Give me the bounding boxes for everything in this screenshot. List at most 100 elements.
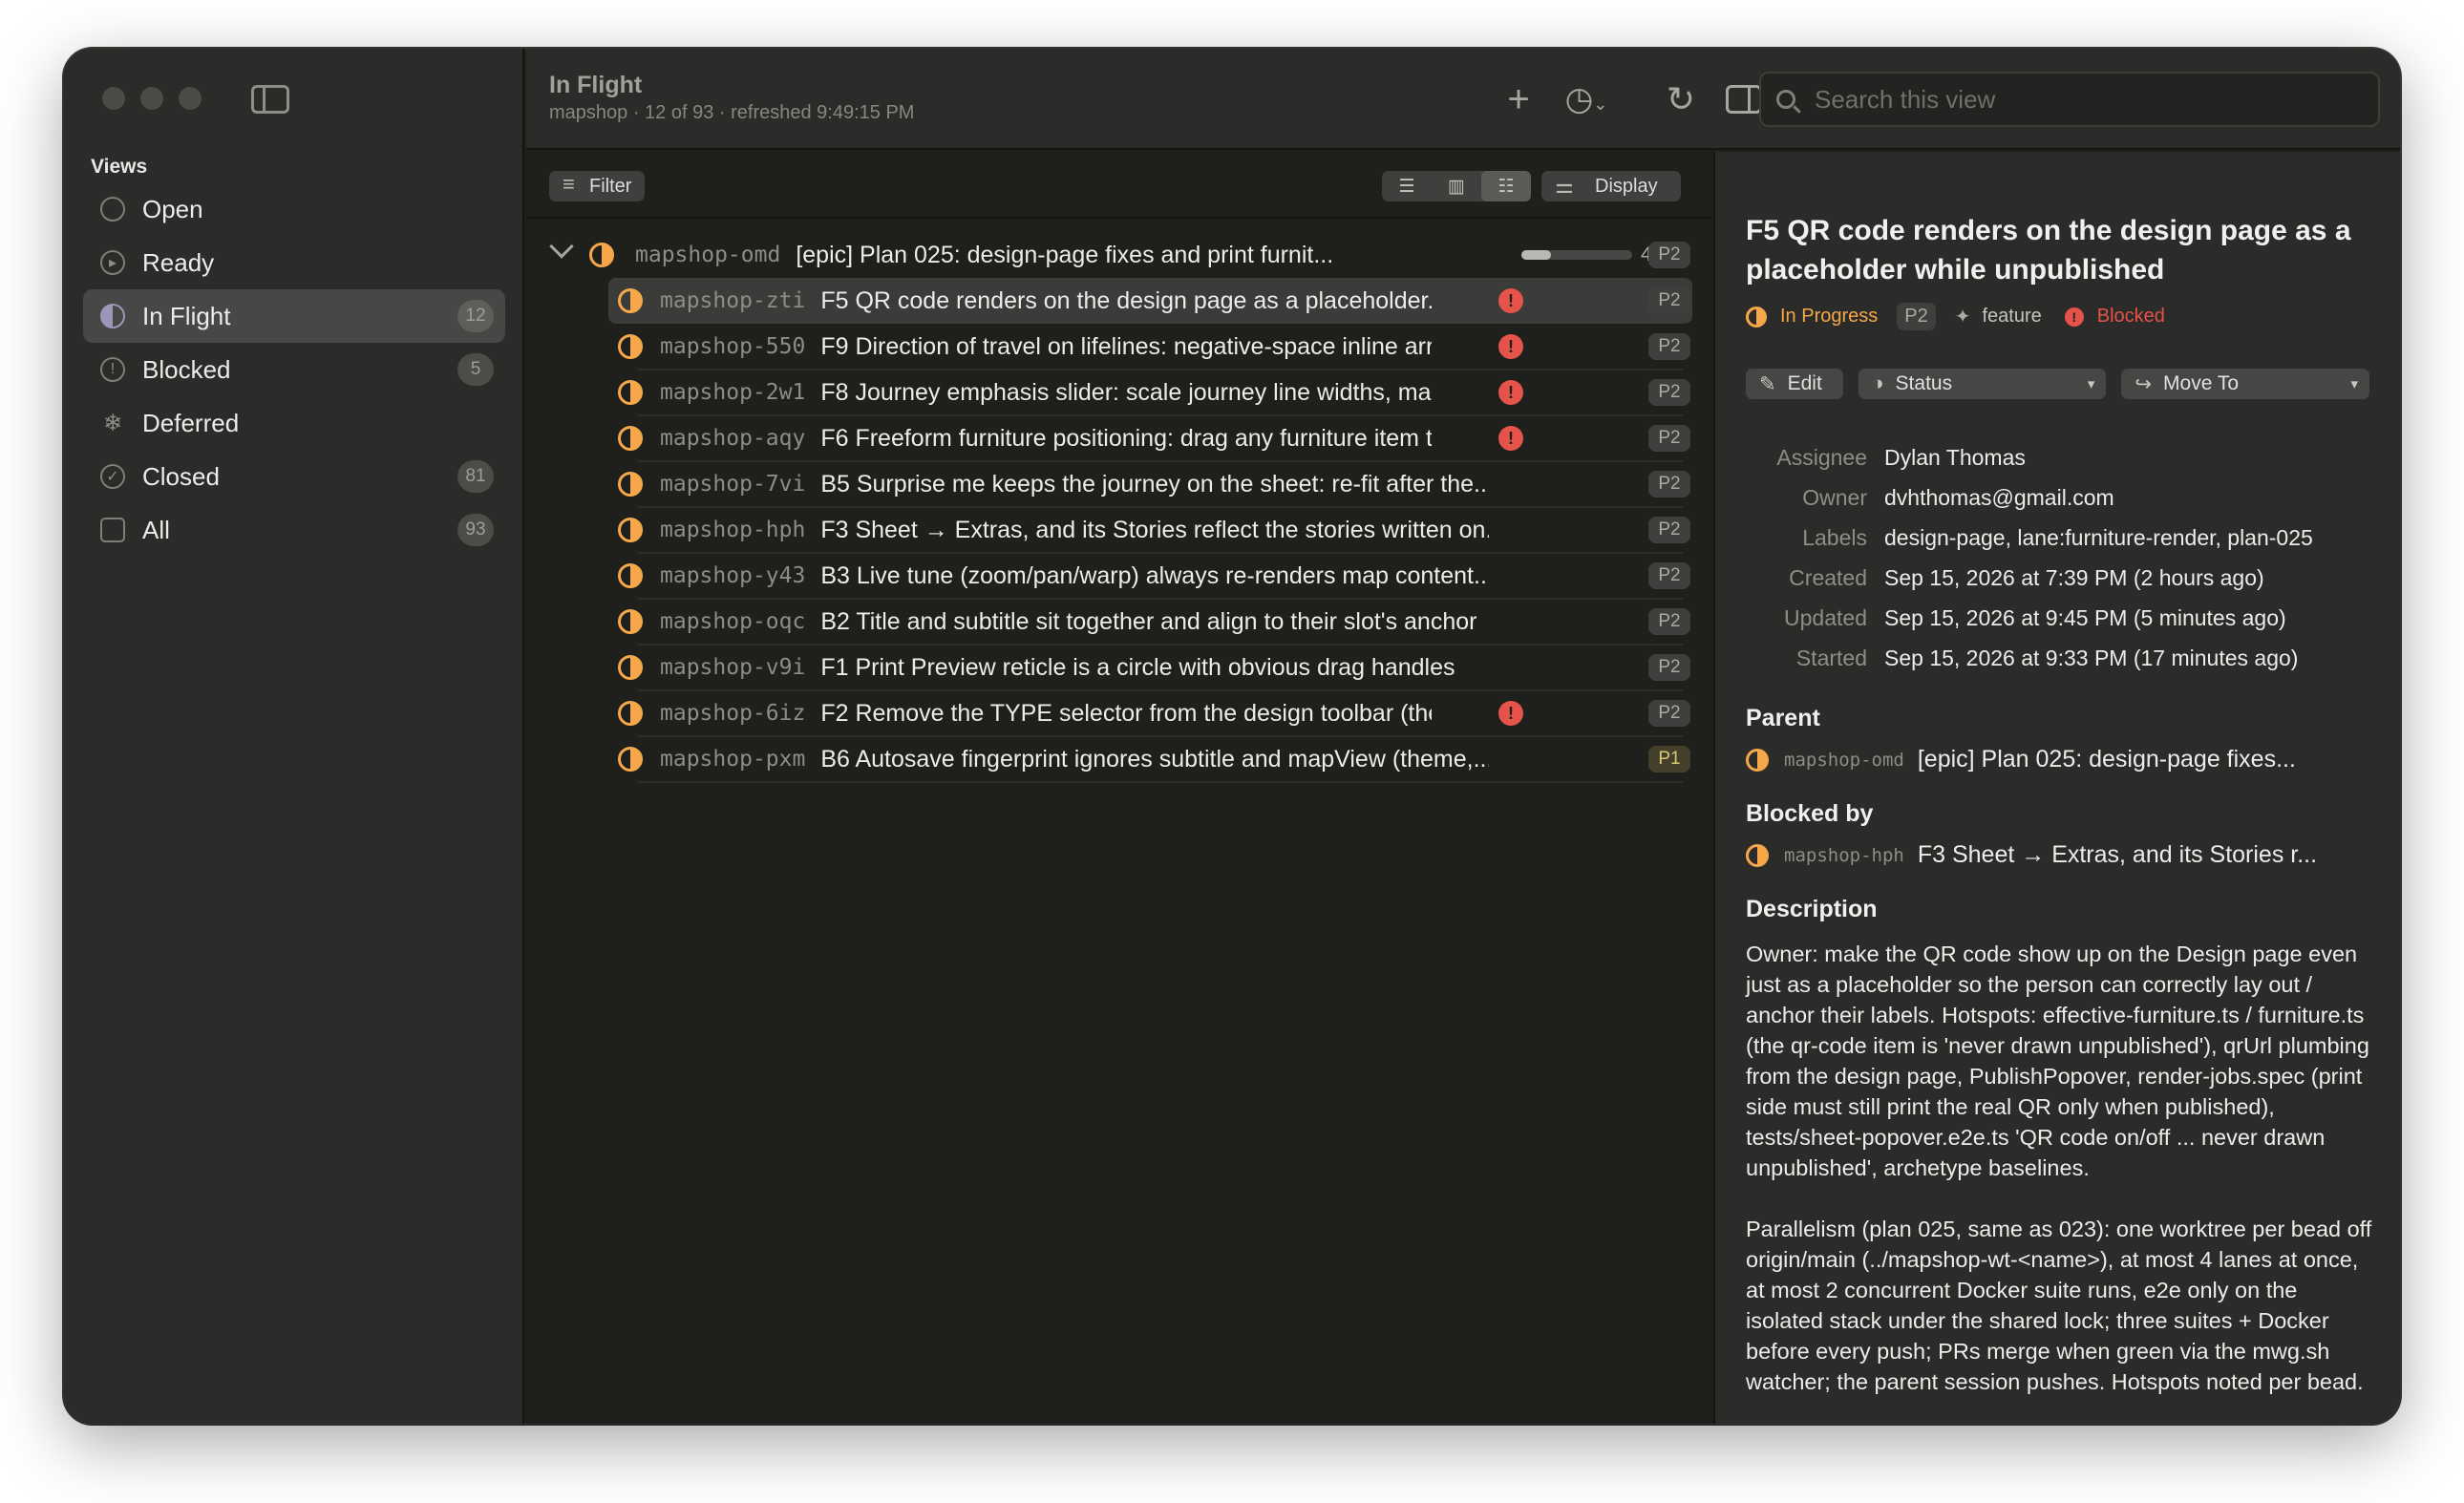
zoom-window-button[interactable] [179, 87, 202, 110]
sidebar-item-deferred[interactable]: ❄ Deferred [83, 396, 505, 450]
move-to-label: Move To [2163, 372, 2240, 394]
bead-id: mapshop-6iz [660, 701, 806, 726]
table-row[interactable]: mapshop-pxm B6 Autosave fingerprint ignor… [526, 736, 1711, 783]
prop-updated: Updated Sep 15, 2026 at 9:45 PM (5 minute… [1746, 598, 2369, 638]
board-layout-icon[interactable]: ▥ [1432, 171, 1481, 201]
prop-owner: Owner dvhthomas@gmail.com [1746, 477, 2369, 518]
status-dropdown-label: Status [1895, 372, 1953, 394]
refresh-icon[interactable]: ↻ [1659, 77, 1703, 121]
blocked-by-link[interactable]: mapshop-hph F3 Sheet → Extras, and its S… [1746, 841, 2369, 869]
table-row[interactable]: mapshop-2w1 F8 Journey emphasis slider: s… [526, 370, 1711, 416]
blocked-label: Blocked [2096, 306, 2165, 327]
parent-link[interactable]: mapshop-omd [epic] Plan 025: design-page… [1746, 746, 2369, 773]
list-layout-icon[interactable]: ☰ [1382, 171, 1432, 201]
prop-created: Created Sep 15, 2026 at 7:39 PM (2 hours … [1746, 558, 2369, 598]
in-progress-icon [618, 655, 643, 680]
in-progress-icon [618, 563, 643, 588]
in-progress-icon [618, 426, 643, 451]
move-arrow-icon: ↪ [2135, 372, 2153, 395]
history-icon[interactable]: ◷⌄ [1558, 77, 1615, 121]
bead-title: [epic] Plan 025: design-page fixes... [1917, 746, 2296, 773]
status-dropdown[interactable]: ◑ Status ▾ [1858, 369, 2107, 399]
views-heading: Views [91, 156, 148, 178]
sidebar-item-ready[interactable]: ▸ Ready [83, 236, 505, 289]
tree-layout-icon[interactable]: ☷ [1481, 171, 1531, 201]
sidebar-item-label: Ready [142, 247, 215, 277]
sidebar-item-count: 93 [457, 514, 494, 546]
issue-list-pane: Filter ☰ ▥ ☷ Display mapshop-omd [epic] … [526, 152, 1711, 1424]
in-progress-icon [618, 747, 643, 772]
bead-id: mapshop-hph [1784, 844, 1904, 866]
epic-progress-bar [1521, 250, 1632, 260]
parent-heading: Parent [1746, 705, 1820, 731]
view-subtitle: mapshop · 12 of 93 · refreshed 9:49:15 P… [549, 102, 915, 123]
bead-id: mapshop-y43 [660, 563, 806, 588]
table-row[interactable]: mapshop-zti F5 QR code renders on the des… [608, 278, 1692, 324]
sidebar-item-label: Open [142, 194, 203, 223]
views-nav: Open ▸ Ready In Flight 12 ! Blocked 5 ❄ … [83, 182, 505, 557]
layout-segmented-control: ☰ ▥ ☷ [1382, 171, 1531, 201]
half-circle-icon: ◑ [1871, 372, 1884, 394]
table-row[interactable]: mapshop-v9i F1 Print Preview reticle is a… [526, 645, 1711, 691]
view-title: In Flight [549, 72, 643, 98]
exclamation-circle-icon: ! [100, 357, 125, 382]
priority-badge: P2 [1897, 303, 1936, 330]
bead-id: mapshop-2w1 [660, 380, 806, 405]
sidebar-item-blocked[interactable]: ! Blocked 5 [83, 343, 505, 396]
table-row[interactable]: mapshop-oqc B2 Title and subtitle sit tog… [526, 599, 1711, 646]
table-row[interactable]: mapshop-6iz F2 Remove the TYPE selector f… [526, 690, 1711, 737]
status-label: In Progress [1780, 306, 1879, 327]
display-button[interactable]: Display [1541, 171, 1681, 201]
row-divider [637, 781, 1683, 783]
priority-badge: P2 [1648, 242, 1690, 268]
priority-badge: P2 [1648, 517, 1690, 543]
issue-rows: mapshop-omd [epic] Plan 025: design-page… [526, 232, 1711, 783]
priority-badge: P2 [1648, 562, 1690, 589]
search-field[interactable] [1759, 72, 2380, 127]
sidebar-toggle-icon[interactable] [251, 85, 289, 114]
prop-assignee: Assignee Dylan Thomas [1746, 437, 2369, 477]
bead-id: mapshop-omd [1784, 749, 1904, 771]
prop-key: Created [1789, 564, 1867, 590]
sidebar-item-closed[interactable]: ✓ Closed 81 [83, 450, 505, 503]
plus-icon[interactable]: + [1497, 77, 1540, 121]
close-window-button[interactable] [102, 87, 125, 110]
sidebar-item-in-flight[interactable]: In Flight 12 [83, 289, 505, 343]
chevron-down-icon[interactable] [549, 234, 574, 259]
sidebar-item-all[interactable]: All 93 [83, 503, 505, 557]
toolbar: In Flight mapshop · 12 of 93 · refreshed… [526, 49, 2400, 150]
table-row[interactable]: mapshop-aqy F6 Freeform furniture positio… [526, 415, 1711, 462]
table-row[interactable]: mapshop-550 F9 Direction of travel on lif… [526, 324, 1711, 370]
sidebar-item-open[interactable]: Open [83, 182, 505, 236]
table-row[interactable]: mapshop-7vi B5 Surprise me keeps the jour… [526, 461, 1711, 508]
bead-id: mapshop-omd [635, 243, 781, 267]
priority-badge: P2 [1648, 654, 1690, 681]
search-input[interactable] [1815, 84, 2349, 115]
bead-title: B6 Autosave fingerprint ignores subtitle… [820, 745, 1490, 773]
alert-icon: ! [1498, 334, 1523, 359]
filter-button[interactable]: Filter [549, 171, 646, 201]
in-progress-icon [618, 701, 643, 726]
edit-label: Edit [1787, 372, 1822, 394]
checkmark-circle-icon: ✓ [100, 464, 125, 489]
chevron-down-icon: ▾ [2350, 376, 2358, 392]
window-controls [102, 87, 202, 110]
in-progress-icon [618, 334, 643, 359]
edit-button[interactable]: ✎ Edit [1746, 369, 1843, 399]
half-circle-icon [100, 304, 125, 328]
in-progress-icon [589, 243, 614, 267]
bead-id: mapshop-zti [660, 288, 806, 313]
sidebar-item-count: 5 [457, 353, 494, 386]
move-to-dropdown[interactable]: ↪ Move To ▾ [2121, 369, 2369, 399]
epic-progress-fill [1521, 250, 1552, 260]
minimize-window-button[interactable] [140, 87, 163, 110]
sidebar-item-label: Deferred [142, 408, 240, 437]
epic-row[interactable]: mapshop-omd [epic] Plan 025: design-page… [526, 232, 1711, 278]
open-circle-icon [100, 197, 125, 222]
detail-meta: In Progress P2 ✦ feature ! Blocked [1746, 303, 2369, 330]
prop-value: Dylan Thomas [1884, 444, 2026, 470]
sidebar-item-count: 81 [457, 460, 494, 493]
table-row[interactable]: mapshop-y43 B3 Live tune (zoom/pan/warp) … [526, 553, 1711, 600]
table-row[interactable]: mapshop-hph F3 Sheet → Extras, and its St… [526, 507, 1711, 554]
tray-icon [100, 518, 125, 542]
